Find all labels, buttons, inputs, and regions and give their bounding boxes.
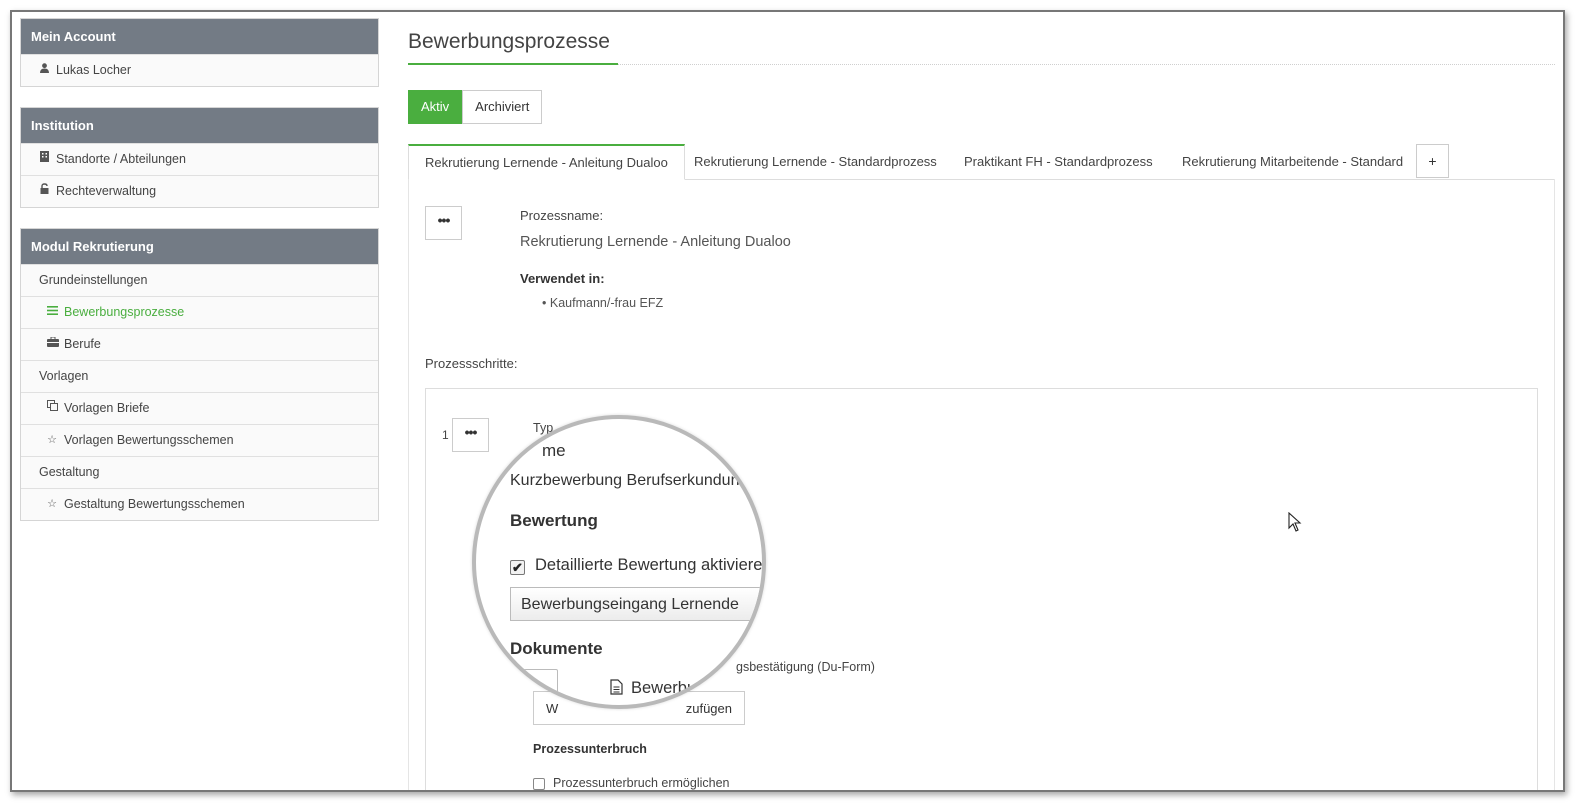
tab-process-4[interactable]: Rekrutierung Mitarbeitende - Standard: [1166, 144, 1419, 180]
used-in-item: • Kaufmann/-frau EFZ: [542, 296, 664, 310]
document-icon: [610, 679, 623, 695]
interrupt-option: Prozessunterbruch ermöglichen: [533, 776, 729, 790]
sidebar-item-permissions[interactable]: Rechteverwaltung: [21, 175, 378, 207]
process-tabs: Rekrutierung Lernende - Anleitung Dualoo…: [408, 144, 1555, 180]
recruiting-panel: Modul Rekrutierung Grundeinstellungen Be…: [20, 228, 379, 521]
zoom-rating-heading: Bewertung: [510, 511, 598, 530]
magnifier-lens: me Kurzbewerbung Berufserkundun Bewertun…: [472, 415, 766, 709]
interrupt-checkbox-label: Prozessunterbruch ermöglichen: [553, 776, 730, 790]
add-tab-button[interactable]: +: [1416, 144, 1449, 178]
sidebar-item-label: Bewerbungsprozesse: [64, 305, 185, 319]
mouse-cursor-icon: [1288, 512, 1302, 532]
account-panel-title: Mein Account: [21, 19, 378, 54]
section-label: Vorlagen: [39, 369, 89, 383]
zoom-document-box: [508, 669, 558, 705]
used-in-item-text: Kaufmann/-frau EFZ: [549, 296, 664, 310]
zoom-name-label: me: [542, 441, 566, 460]
sidebar-item-label: Vorlagen Briefe: [64, 401, 150, 415]
detail-rating-checkbox[interactable]: ✔: [510, 560, 525, 575]
detail-rating-label: Detaillierte Bewertung aktivieren: [535, 556, 766, 574]
building-icon: [39, 144, 49, 175]
recruiting-panel-title: Modul Rekrutierung: [21, 229, 378, 264]
sidebar-item-label: Vorlagen Bewertungsschemen: [64, 433, 234, 447]
briefcase-icon: [47, 329, 59, 360]
sidebar-section-design[interactable]: Gestaltung: [21, 456, 378, 488]
star-half-icon: ☆: [47, 434, 57, 446]
institution-panel-title: Institution: [21, 108, 378, 143]
sidebar-item-letter-templates[interactable]: Vorlagen Briefe: [21, 392, 378, 424]
sidebar-item-label: Gestaltung Bewertungsschemen: [64, 497, 245, 511]
status-filter: Aktiv Archiviert: [408, 90, 543, 124]
interrupt-label: Prozessunterbruch: [533, 742, 647, 756]
section-label: Grundeinstellungen: [39, 273, 148, 287]
user-name: Lukas Locher: [56, 63, 132, 77]
tab-process-2[interactable]: Rekrutierung Lernende - Standardprozess: [678, 144, 953, 180]
process-menu-button[interactable]: •••: [425, 206, 462, 240]
used-in-label: Verwendet in:: [520, 271, 605, 286]
star-half-icon: ☆: [47, 498, 57, 510]
sidebar-section-basic-settings[interactable]: Grundeinstellungen: [21, 264, 378, 296]
sidebar-item-rating-templates[interactable]: ☆ Vorlagen Bewertungsschemen: [21, 424, 378, 456]
unlock-icon: [39, 176, 49, 207]
filter-active-button[interactable]: Aktiv: [408, 90, 463, 124]
zoom-documents-heading: Dokumente: [510, 639, 603, 658]
interrupt-checkbox[interactable]: [533, 777, 545, 790]
list-icon: [47, 297, 58, 328]
section-label: Gestaltung: [39, 465, 100, 479]
sidebar-section-templates[interactable]: Vorlagen: [21, 360, 378, 392]
page-title: Bewerbungsprozesse: [408, 30, 610, 53]
sidebar-item-label: Rechteverwaltung: [56, 184, 157, 198]
zoom-detail-option: ✔ Detaillierte Bewertung aktivieren: [510, 556, 766, 575]
rating-scheme-select[interactable]: Bewerbungseingang Lernende ▼: [510, 587, 762, 621]
sidebar-item-locations[interactable]: Standorte / Abteilungen: [21, 143, 378, 175]
app-window: Mein Account Lukas Locher Institution St…: [10, 10, 1565, 792]
step-number: 1: [442, 428, 449, 442]
tab-process-3[interactable]: Praktikant FH - Standardprozess: [948, 144, 1169, 180]
steps-label: Prozessschritte:: [425, 356, 518, 371]
tab-process-1[interactable]: Rekrutierung Lernende - Anleitung Dualoo: [408, 144, 685, 180]
sidebar-item-processes[interactable]: Bewerbungsprozesse: [21, 296, 378, 328]
zoom-name-value: Kurzbewerbung Berufserkundun: [510, 472, 740, 489]
process-name-value: Rekrutierung Lernende - Anleitung Dualoo: [520, 234, 791, 250]
zoom-document-name: Bewerbun: [631, 679, 706, 697]
sidebar-item-label: Standorte / Abteilungen: [56, 152, 186, 166]
rating-scheme-value: Bewerbungseingang Lernende: [521, 596, 739, 613]
sidebar-item-rating-design[interactable]: ☆ Gestaltung Bewertungsschemen: [21, 488, 378, 520]
zoom-document-item[interactable]: Bewerbun: [610, 679, 705, 698]
sidebar-item-user[interactable]: Lukas Locher: [21, 54, 378, 86]
institution-panel: Institution Standorte / Abteilungen Rech…: [20, 107, 379, 208]
filter-archived-button[interactable]: Archiviert: [462, 90, 543, 124]
sidebar-item-label: Berufe: [64, 337, 101, 351]
account-panel: Mein Account Lukas Locher: [20, 18, 379, 87]
copy-icon: [47, 393, 58, 424]
sidebar-item-jobs[interactable]: Berufe: [21, 328, 378, 360]
process-name-label: Prozessname:: [520, 208, 604, 223]
user-icon: [39, 55, 49, 86]
title-accent: [408, 63, 618, 65]
